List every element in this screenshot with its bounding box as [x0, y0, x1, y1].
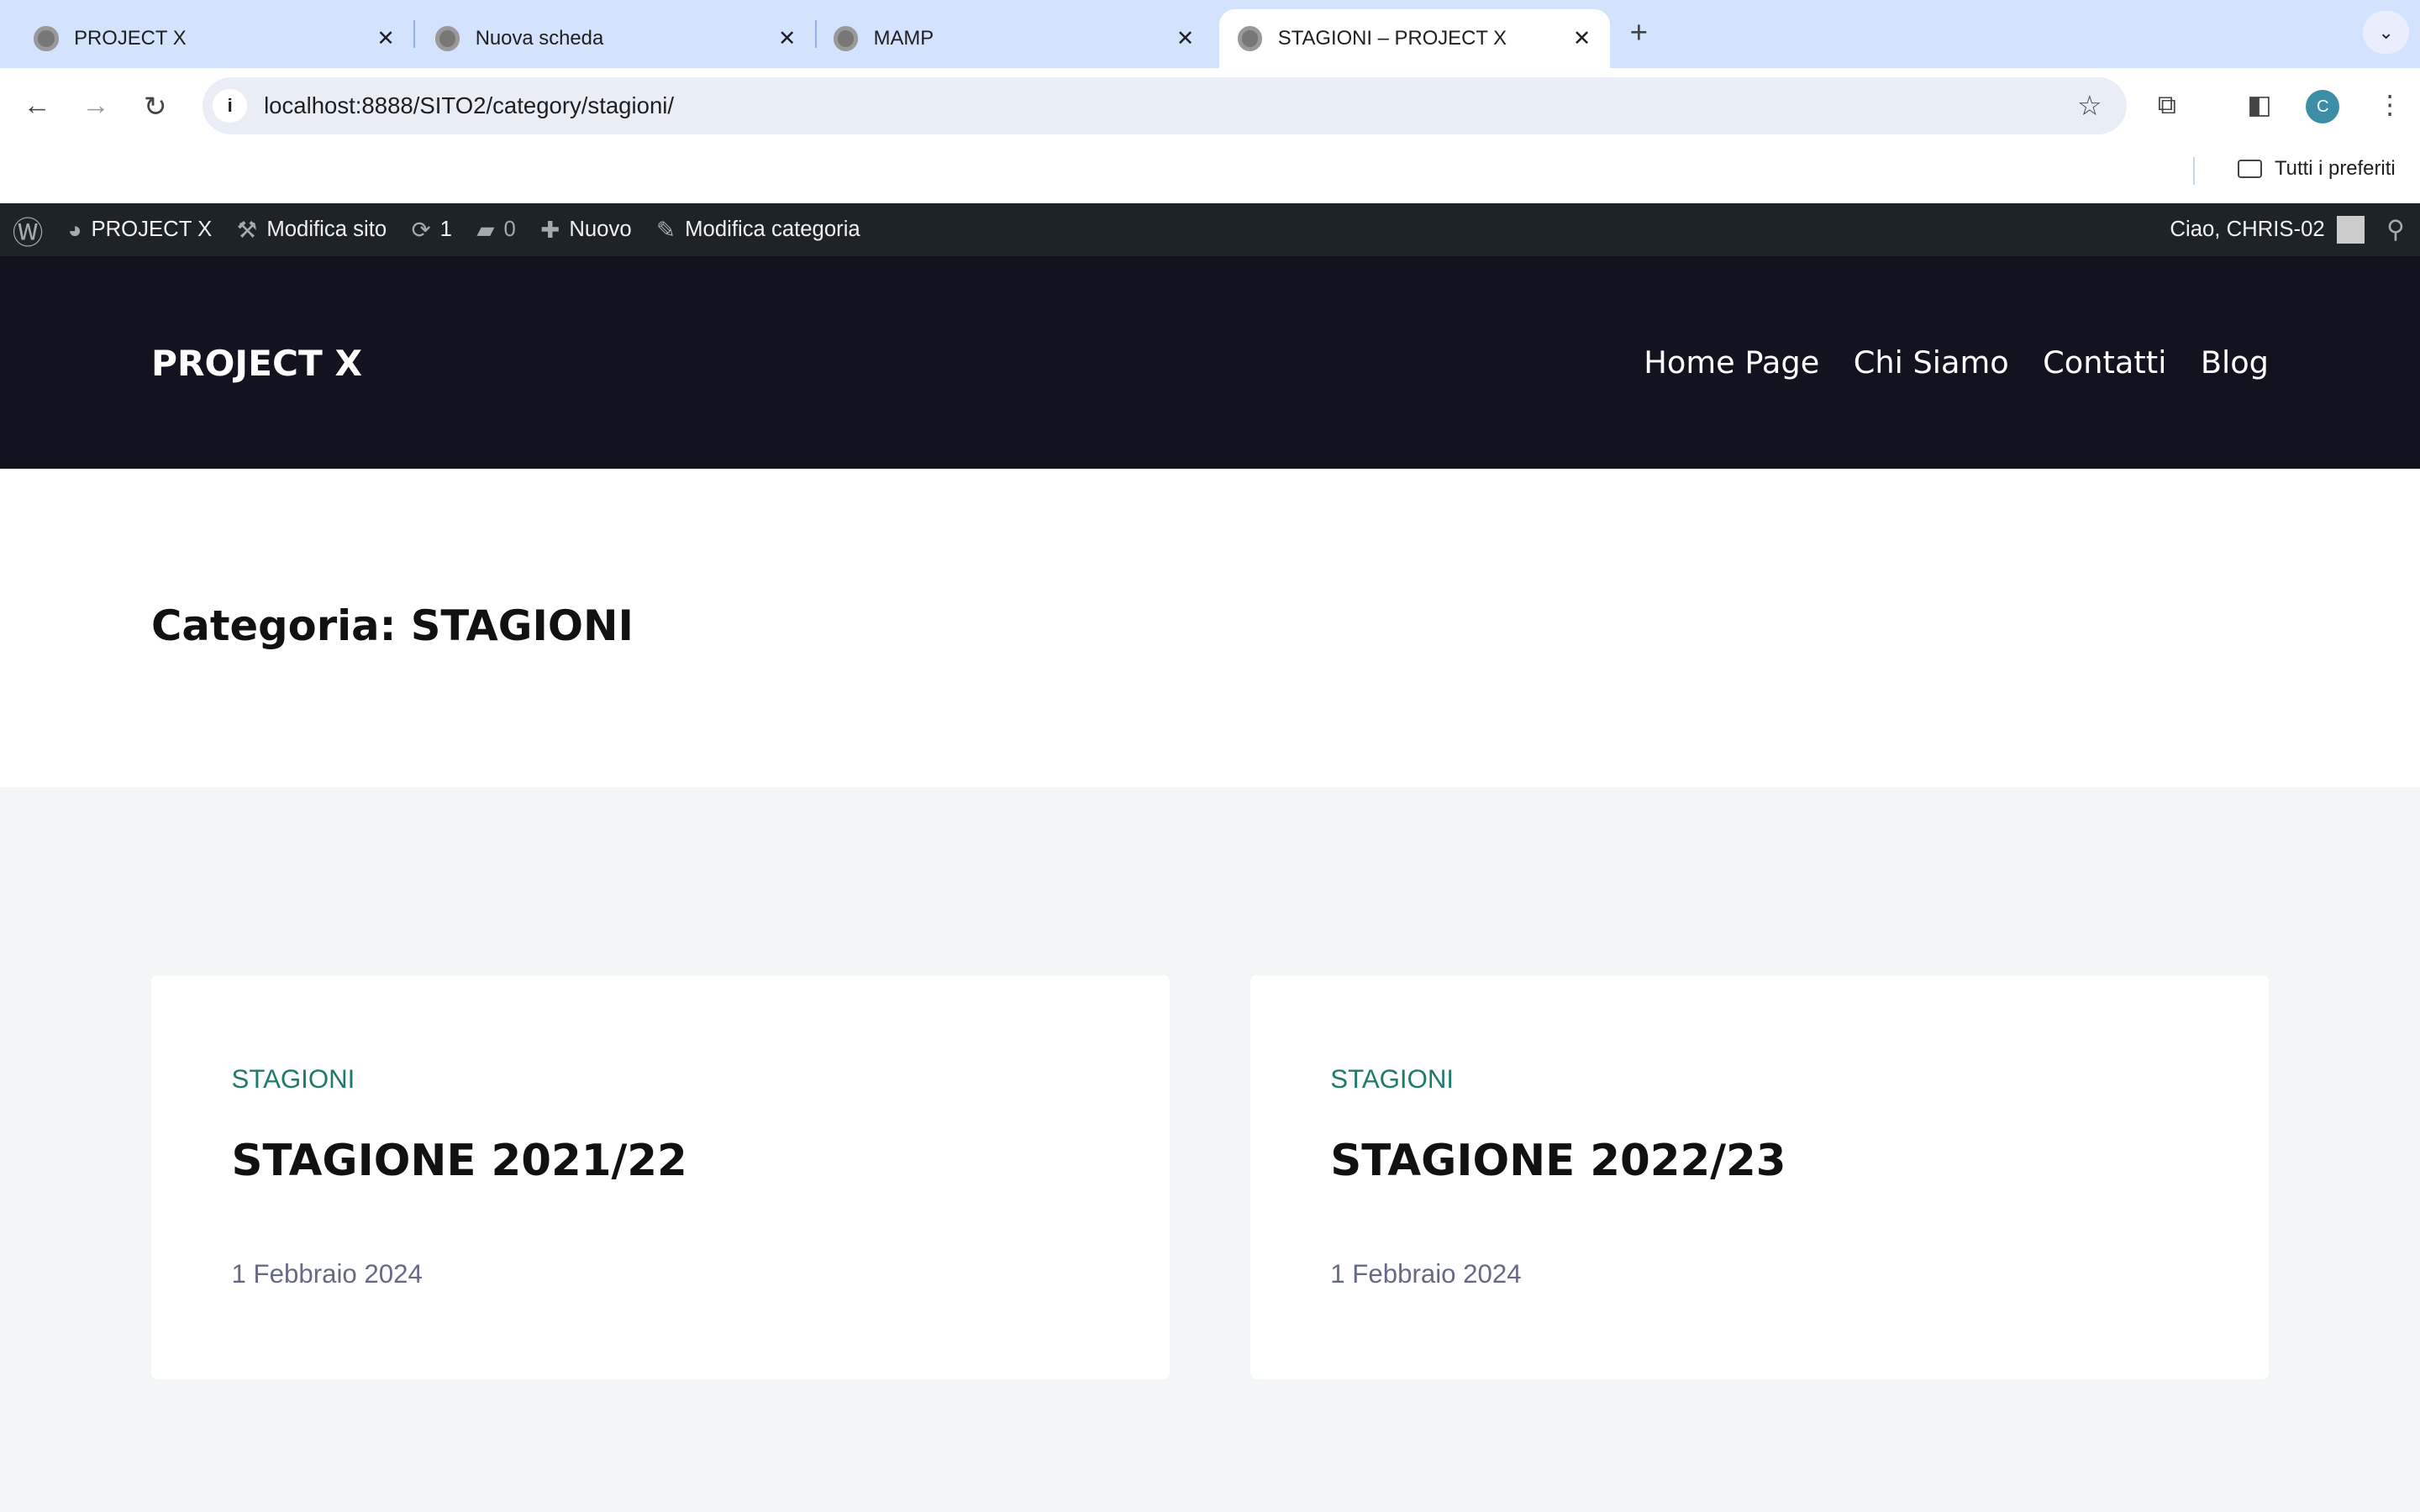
tab-title: MAMP [873, 26, 934, 50]
archive-header: Categoria: STAGIONI [0, 469, 2420, 787]
close-tab-icon[interactable]: ✕ [1170, 26, 1201, 51]
comments-link[interactable]: ▰ 0 [476, 217, 516, 244]
close-tab-icon[interactable]: ✕ [771, 26, 802, 51]
favicon-icon [34, 26, 59, 51]
extensions-icon[interactable]: ⧉ [2158, 90, 2176, 121]
admin-site-link[interactable]: ◕ PROJECT X [68, 217, 212, 244]
updates-icon: ⟳ [411, 216, 431, 243]
all-bookmarks[interactable]: Tutti i preferiti [2237, 157, 2396, 181]
edit-category-link[interactable]: ✎ Modifica categoria [656, 217, 860, 244]
chrome-icon [434, 26, 460, 51]
comment-icon: ▰ [476, 216, 495, 243]
tab-project-x[interactable]: PROJECT X ✕ [0, 9, 413, 68]
new-tab-button[interactable]: + [1630, 15, 1648, 50]
bookmark-star-icon[interactable]: ☆ [2077, 89, 2102, 123]
tab-stagioni[interactable]: STAGIONI – PROJECT X ✕ [1219, 9, 1610, 68]
menu-icon[interactable]: ⋮ [2377, 90, 2403, 120]
pencil-icon: ✎ [656, 216, 676, 243]
post-category-link[interactable]: STAGIONI [232, 1064, 355, 1095]
post-card: STAGIONI STAGIONE 2022/23 1 Febbraio 202… [1249, 974, 2269, 1380]
favicon-icon [833, 26, 859, 51]
profile-avatar[interactable]: C [2306, 89, 2340, 123]
user-avatar[interactable] [2337, 216, 2365, 244]
new-content-link[interactable]: ✚ Nuovo [540, 217, 631, 244]
tab-nuova-scheda[interactable]: Nuova scheda ✕ [402, 9, 815, 68]
site-info-icon[interactable]: i [213, 88, 247, 123]
search-icon[interactable]: ⚲ [2386, 215, 2405, 244]
bookmarks-label: Tutti i preferiti [2274, 157, 2396, 181]
edit-site-link[interactable]: ⚒ Modifica sito [237, 217, 387, 244]
dashboard-icon: ◕ [67, 216, 82, 243]
post-date: 1 Febbraio 2024 [1330, 1258, 1522, 1289]
wordpress-logo-icon[interactable]: Ⓦ [13, 207, 44, 253]
site-logo[interactable]: PROJECT X [151, 343, 362, 384]
address-bar[interactable]: i localhost:8888/SITO2/category/stagioni… [202, 76, 2128, 134]
post-title[interactable]: STAGIONE 2021/22 [232, 1136, 687, 1186]
site-header: PROJECT X Home Page Chi Siamo Contatti B… [0, 255, 2420, 470]
tab-bar: PROJECT X ✕ Nuova scheda ✕ MAMP ✕ STAGIO… [0, 0, 2420, 68]
menu-item-chi-siamo[interactable]: Chi Siamo [1854, 344, 2009, 381]
post-title[interactable]: STAGIONE 2022/23 [1330, 1136, 1786, 1186]
account-greeting[interactable]: Ciao, CHRIS-02 [2170, 218, 2324, 242]
post-card: STAGIONI STAGIONE 2021/22 1 Febbraio 202… [151, 974, 1171, 1380]
folder-icon [2237, 160, 2263, 179]
url-text[interactable]: localhost:8888/SITO2/category/stagioni/ [264, 92, 674, 119]
primary-menu: Home Page Chi Siamo Contatti Blog [1644, 344, 2269, 381]
tab-title: Nuova scheda [475, 26, 604, 50]
page-title: Categoria: STAGIONI [151, 601, 634, 651]
forward-icon[interactable]: → [82, 90, 109, 122]
favicon-icon [1238, 26, 1263, 51]
back-icon[interactable]: ← [24, 90, 51, 122]
tab-title: PROJECT X [74, 26, 187, 50]
menu-item-home[interactable]: Home Page [1644, 344, 1819, 381]
posts-grid: STAGIONI STAGIONE 2021/22 1 Febbraio 202… [0, 786, 2420, 1512]
browser-toolbar: ← → ↻ i localhost:8888/SITO2/category/st… [0, 67, 2420, 204]
post-category-link[interactable]: STAGIONI [1330, 1064, 1454, 1095]
menu-item-contatti[interactable]: Contatti [2043, 344, 2166, 381]
reload-icon[interactable]: ↻ [144, 90, 167, 123]
post-date: 1 Febbraio 2024 [231, 1258, 423, 1289]
tab-mamp[interactable]: MAMP ✕ [799, 9, 1213, 68]
side-panel-icon[interactable]: ◧ [2247, 90, 2272, 120]
updates-link[interactable]: ⟳ 1 [412, 217, 452, 244]
hammer-icon: ⚒ [236, 216, 258, 243]
close-tab-icon[interactable]: ✕ [1566, 26, 1597, 51]
tab-title: STAGIONI – PROJECT X [1277, 26, 1507, 50]
menu-item-blog[interactable]: Blog [2201, 344, 2269, 381]
tab-search-button[interactable]: ⌄ [2363, 10, 2410, 55]
close-tab-icon[interactable]: ✕ [371, 26, 402, 51]
plus-icon: ✚ [540, 216, 560, 243]
wp-admin-bar: Ⓦ ◕ PROJECT X ⚒ Modifica sito ⟳ 1 ▰ 0 ✚ Nuovo… [0, 203, 2420, 256]
